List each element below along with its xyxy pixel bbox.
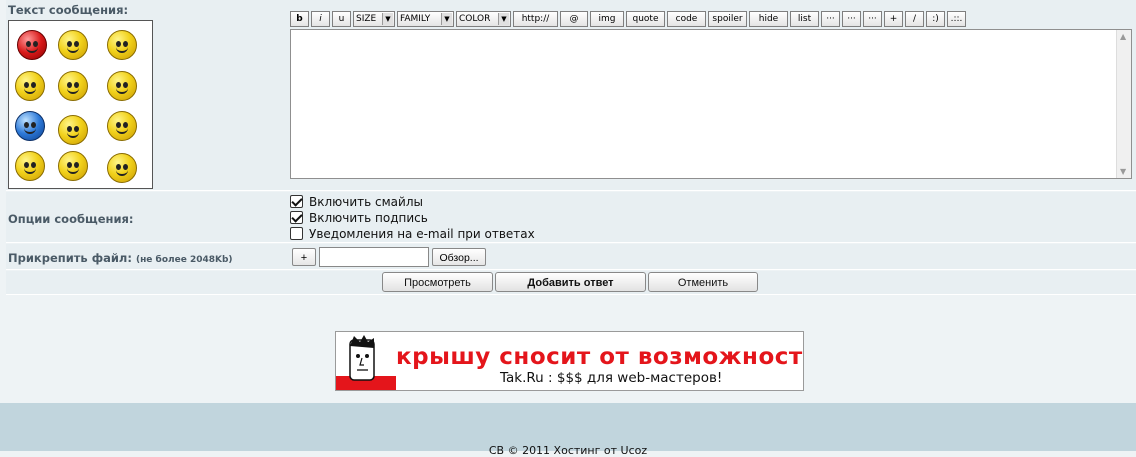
- page-footer: CB © 2011 Хостинг от Ucoz: [0, 403, 1136, 457]
- code-button[interactable]: code: [667, 11, 706, 27]
- sick-smile-icon[interactable]: [107, 30, 137, 60]
- chevron-down-icon: ▼: [382, 13, 393, 25]
- more-button[interactable]: .::.: [947, 11, 966, 27]
- extra-button-3[interactable]: ···: [863, 11, 882, 27]
- family-select-label: FAMILY: [400, 14, 431, 24]
- color-select[interactable]: COLOR ▼: [456, 11, 511, 27]
- size-select[interactable]: SIZE ▼: [353, 11, 395, 27]
- crying-smile-icon[interactable]: [15, 71, 45, 101]
- list-button[interactable]: list: [790, 11, 819, 27]
- attach-limit: (не более 2048Kb): [135, 255, 233, 265]
- frozen-smile-icon[interactable]: [15, 111, 45, 141]
- textarea-scrollbar[interactable]: ▲ ▼: [1116, 30, 1131, 178]
- browse-button[interactable]: Обзор...: [432, 248, 486, 266]
- submit-reply-button[interactable]: Добавить ответ: [495, 272, 646, 292]
- grinning-smile-icon[interactable]: [107, 71, 137, 101]
- nerd-smile-icon[interactable]: [58, 151, 88, 181]
- extra-button-1[interactable]: ···: [821, 11, 840, 27]
- hide-button[interactable]: hide: [749, 11, 788, 27]
- size-select-label: SIZE: [356, 14, 377, 24]
- quote-button[interactable]: quote: [626, 11, 665, 27]
- family-select[interactable]: FAMILY ▼: [397, 11, 454, 27]
- email-button[interactable]: @: [560, 11, 588, 27]
- attach-row: Прикрепить файл: (не более 2048Kb): [6, 244, 1136, 270]
- squint-smile-icon[interactable]: [58, 115, 88, 145]
- enable-smiles-checkbox[interactable]: Включить смайлы: [290, 194, 423, 209]
- spoiler-button[interactable]: spoiler: [708, 11, 747, 27]
- attach-label: Прикрепить файл: (не более 2048Kb): [8, 251, 233, 265]
- ad-banner[interactable]: крышу сносит от возможностей... Tak.Ru :…: [335, 331, 804, 391]
- surprised-smile-icon[interactable]: [58, 71, 88, 101]
- color-select-label: COLOR: [459, 14, 491, 24]
- scroll-up-icon[interactable]: ▲: [1120, 32, 1126, 41]
- file-path-input[interactable]: [319, 247, 429, 267]
- checkbox-unchecked[interactable]: [290, 227, 303, 240]
- mascot-icon: [336, 335, 396, 390]
- message-textarea[interactable]: ▲ ▼: [290, 29, 1132, 179]
- plus-button[interactable]: +: [884, 11, 903, 27]
- banner-headline: крышу сносит от возможностей...: [396, 344, 803, 370]
- preview-button[interactable]: Просмотреть: [382, 272, 493, 292]
- smile-button[interactable]: :): [926, 11, 945, 27]
- banner-tagline: Tak.Ru : $$$ для web-мастеров!: [500, 370, 723, 386]
- email-notify-checkbox[interactable]: Уведомления на e-mail при ответах: [290, 226, 535, 241]
- chevron-down-icon: ▼: [498, 13, 509, 25]
- checkbox-checked[interactable]: [290, 211, 303, 224]
- cancel-button[interactable]: Отменить: [648, 272, 758, 292]
- bored-smile-icon[interactable]: [107, 111, 137, 141]
- options-row: Опции сообщения:: [6, 192, 1136, 243]
- enable-signature-label: Включить подпись: [309, 210, 428, 225]
- enable-signature-checkbox[interactable]: Включить подпись: [290, 210, 428, 225]
- add-file-button[interactable]: +: [292, 248, 316, 266]
- email-notify-label: Уведомления на e-mail при ответах: [309, 226, 535, 241]
- scroll-down-icon[interactable]: ▼: [1120, 167, 1126, 176]
- italic-button[interactable]: i: [311, 11, 330, 27]
- sleepy-smile-icon[interactable]: [58, 30, 88, 60]
- bold-button[interactable]: b: [290, 11, 309, 27]
- angry-smile-icon[interactable]: [17, 30, 47, 60]
- options-label: Опции сообщения:: [8, 212, 134, 226]
- img-button[interactable]: img: [590, 11, 624, 27]
- message-label: Текст сообщения:: [8, 3, 129, 17]
- laughing-smile-icon[interactable]: [15, 151, 45, 181]
- chevron-down-icon: ▼: [441, 13, 452, 25]
- attach-label-text: Прикрепить файл:: [8, 251, 132, 265]
- smiles-panel: [8, 20, 153, 189]
- url-button[interactable]: http://: [513, 11, 558, 27]
- extra-button-2[interactable]: ···: [842, 11, 861, 27]
- grin-smile-icon[interactable]: [107, 153, 137, 183]
- checkbox-checked[interactable]: [290, 195, 303, 208]
- slash-button[interactable]: /: [905, 11, 924, 27]
- underline-button[interactable]: u: [332, 11, 351, 27]
- enable-smiles-label: Включить смайлы: [309, 194, 423, 209]
